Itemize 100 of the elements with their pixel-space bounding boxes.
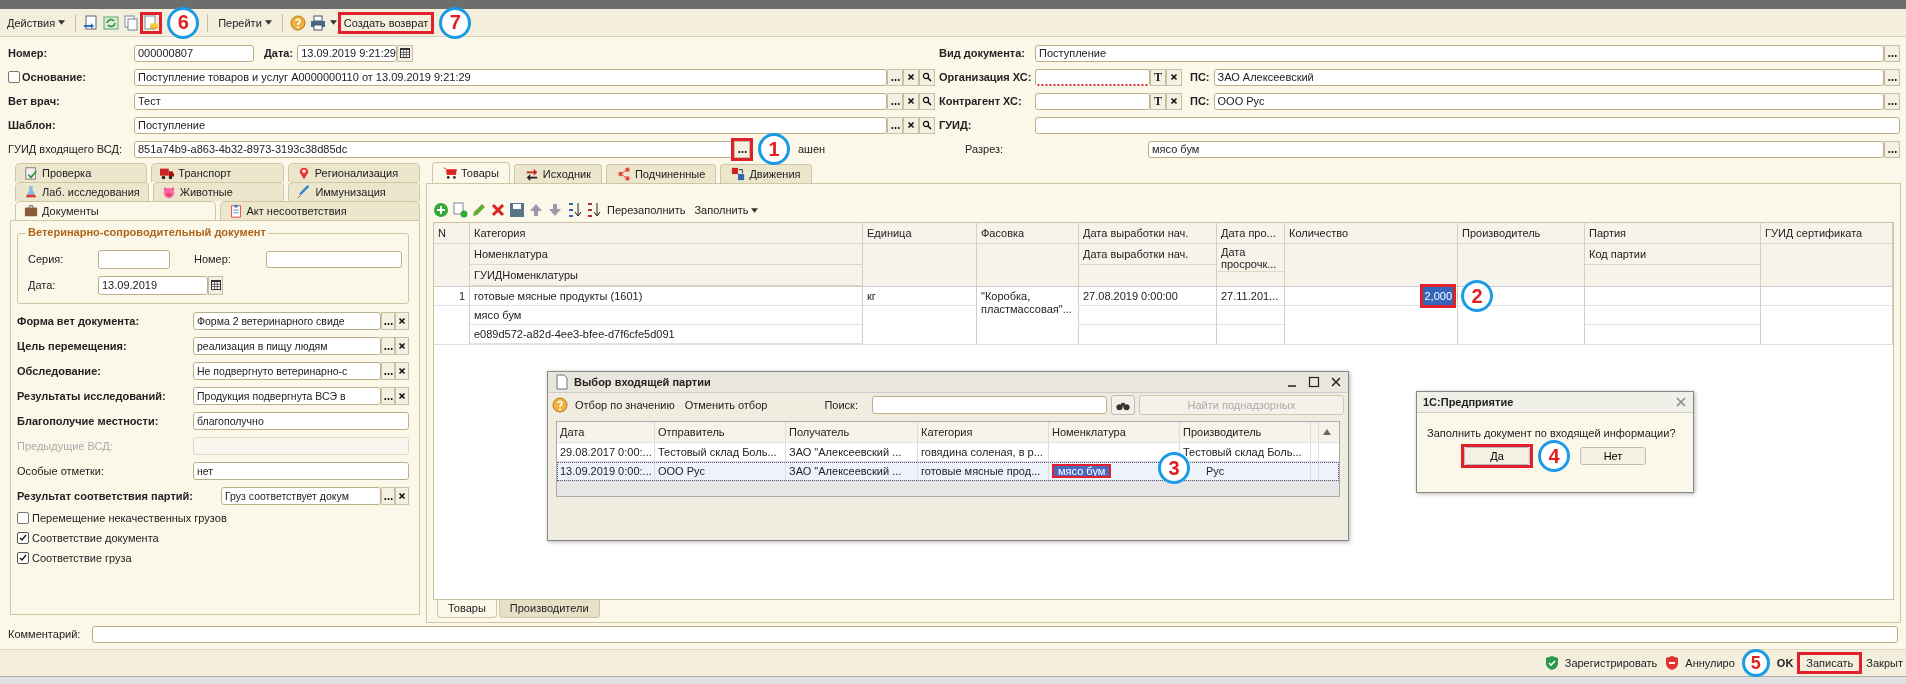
tab[interactable]: Товары — [432, 162, 510, 183]
input-field[interactable]: Поступление — [134, 116, 887, 134]
column-header[interactable]: ГУИДНоменклатуры — [470, 265, 862, 286]
type-button[interactable]: Т — [1150, 92, 1166, 110]
column-header[interactable]: Номенклатура — [470, 244, 862, 265]
search-button[interactable] — [919, 68, 935, 86]
clear-button[interactable] — [903, 68, 919, 86]
comment-field[interactable] — [92, 625, 1898, 643]
ellipsis-button[interactable] — [381, 361, 395, 380]
caret-icon[interactable] — [329, 20, 337, 25]
help-icon[interactable] — [552, 397, 568, 413]
clear-button[interactable] — [395, 486, 409, 505]
ellipsis-button[interactable] — [887, 92, 903, 110]
ellipsis-button[interactable] — [1884, 44, 1900, 62]
column-header[interactable]: Дата про... — [1217, 223, 1284, 244]
search-button[interactable] — [919, 116, 935, 134]
doc-type-field[interactable]: Поступление — [1035, 44, 1884, 62]
ellipsis-button[interactable] — [381, 311, 395, 330]
input-field[interactable]: ЗАО Алексеевский — [1213, 68, 1884, 86]
clear-button[interactable] — [395, 386, 409, 405]
ellipsis-button[interactable] — [381, 386, 395, 405]
fill-menu[interactable]: Заполнить — [691, 202, 762, 218]
copy-icon[interactable] — [452, 202, 468, 218]
column-header[interactable]: Количество — [1285, 223, 1457, 244]
date-field[interactable]: 13.09.2019 9:21:29 — [297, 44, 398, 62]
column-header[interactable]: Производитель — [1458, 223, 1584, 244]
binoculars-button[interactable] — [1111, 395, 1135, 415]
column-header[interactable]: Отправитель — [655, 422, 786, 442]
ellipsis-button[interactable] — [381, 336, 395, 355]
cancel-filter-button[interactable]: Отменить отбор — [681, 397, 771, 413]
arrow-up-icon[interactable] — [528, 202, 544, 218]
column-header[interactable]: Партия — [1585, 223, 1760, 244]
tab[interactable]: Регионализация — [287, 163, 420, 182]
calendar-button[interactable] — [397, 44, 414, 62]
input-field[interactable]: благополучно — [193, 411, 409, 430]
no-button[interactable]: Нет — [1580, 447, 1646, 465]
save-button[interactable]: Записать — [1800, 655, 1860, 671]
tab[interactable]: Проверка — [15, 163, 148, 182]
sort-ascending-icon[interactable] — [566, 202, 582, 218]
table-row[interactable]: 29.08.2017 0:00:... Тестовый склад Боль... ЗАО "Алексеевский ... говядина соленая, в р... Тестовый склад Боль... — [557, 443, 1339, 462]
column-header[interactable]: N — [434, 223, 469, 244]
number-field[interactable] — [266, 250, 402, 268]
column-header[interactable]: Код партии — [1585, 244, 1760, 265]
register-button[interactable]: Зарегистрировать — [1561, 655, 1661, 671]
date-field[interactable]: 13.09.2019 — [98, 275, 208, 295]
print-icon[interactable] — [309, 14, 326, 31]
column-header[interactable]: Категория — [918, 422, 1049, 442]
guid-field[interactable]: 851a74b9-a863-4b32-8973-3193c38d85dc — [134, 140, 734, 158]
ellipsis-button[interactable] — [1884, 140, 1900, 158]
select-field[interactable]: Продукция подвергнута ВСЭ в — [193, 386, 381, 405]
clear-button[interactable] — [1166, 92, 1182, 110]
tab[interactable]: Подчиненные — [605, 164, 717, 183]
ellipsis-button[interactable] — [1884, 68, 1900, 86]
column-header[interactable]: ГУИД сертификата — [1761, 223, 1892, 244]
section-field[interactable]: мясо бум — [1148, 140, 1884, 158]
clear-button[interactable] — [395, 336, 409, 355]
search-button[interactable] — [919, 92, 935, 110]
column-header[interactable]: Единица — [863, 223, 976, 244]
table-cell[interactable]: 2,000 — [1423, 287, 1453, 305]
refresh-icon[interactable] — [103, 14, 120, 31]
tab[interactable]: Исходник — [513, 164, 602, 183]
tab[interactable]: Товары — [437, 600, 497, 618]
column-header[interactable]: Фасовка — [977, 223, 1078, 244]
clear-button[interactable] — [395, 311, 409, 330]
tab[interactable]: Производители — [498, 600, 600, 618]
clear-button[interactable] — [395, 361, 409, 380]
help-icon[interactable] — [289, 14, 306, 31]
column-header[interactable]: Дата выработки нач. — [1079, 223, 1216, 244]
input-field[interactable]: нет — [193, 461, 409, 480]
checkbox[interactable] — [17, 532, 29, 544]
column-header[interactable]: Категория — [470, 223, 862, 244]
tab[interactable]: Транспорт — [151, 163, 284, 182]
column-header[interactable]: Дата выработки нач. — [1079, 244, 1216, 265]
basis-field[interactable]: Поступление товаров и услуг A0000000110 от 13.09.2019 9:21:29 — [134, 68, 887, 86]
ellipsis-button[interactable] — [887, 68, 903, 86]
checkbox[interactable] — [17, 512, 29, 524]
delete-icon[interactable] — [490, 202, 506, 218]
type-button[interactable]: Т — [1150, 68, 1166, 86]
input-field[interactable] — [1035, 92, 1150, 110]
tab[interactable]: Акт несоответствия — [219, 201, 420, 220]
tab[interactable]: Движения — [720, 164, 812, 183]
add-icon[interactable] — [433, 202, 449, 218]
series-field[interactable] — [98, 249, 170, 269]
input-field[interactable]: Тест — [134, 92, 887, 110]
tab[interactable]: Иммунизация — [288, 182, 420, 201]
sort-descending-icon[interactable] — [585, 202, 601, 218]
select-field[interactable]: Груз соответствует докум — [221, 486, 381, 505]
goto-menu[interactable]: Перейти — [215, 14, 275, 31]
save-icon[interactable] — [509, 202, 525, 218]
clear-button[interactable] — [1166, 68, 1182, 86]
tab[interactable]: Животные — [152, 182, 285, 201]
column-header[interactable]: Номенклатура — [1049, 422, 1180, 442]
scrollbar[interactable] — [557, 481, 1339, 496]
number-field[interactable]: 000000807 — [134, 44, 254, 62]
select-field[interactable]: Не подвергнуто ветеринарно-с — [193, 361, 381, 380]
refill-button[interactable]: Перезаполнить — [604, 202, 689, 218]
filter-button[interactable]: Отбор по значению — [572, 397, 678, 413]
ok-button[interactable]: OK — [1773, 655, 1797, 671]
yes-button[interactable]: Да — [1464, 447, 1530, 465]
column-header[interactable]: Получатель — [786, 422, 918, 442]
